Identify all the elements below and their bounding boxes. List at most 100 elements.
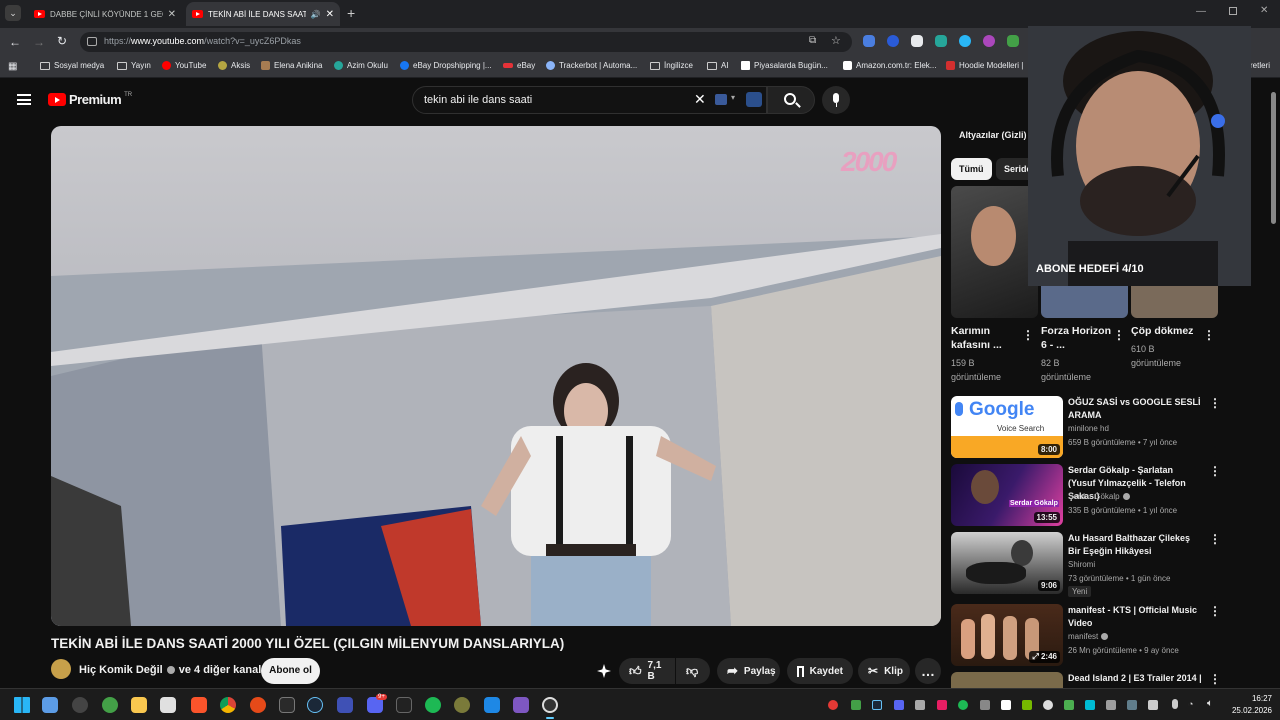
audio-extension-icon[interactable] (887, 35, 899, 47)
apps-grid-icon[interactable]: ▦ (8, 61, 17, 72)
new-tab-button[interactable]: + (347, 5, 355, 21)
bookmark-amazon[interactable]: Amazon.com.tr: Elek... (843, 61, 936, 70)
microphone-icon[interactable] (1172, 699, 1178, 709)
chevron-down-icon[interactable]: ▾ (731, 93, 735, 102)
more-options-icon[interactable]: ⋮ (1113, 328, 1125, 342)
minimize-button[interactable]: — (1196, 6, 1206, 17)
more-options-icon[interactable]: ⋮ (1209, 672, 1221, 686)
tray-icon[interactable] (1043, 700, 1053, 710)
file-explorer-icon[interactable] (131, 697, 147, 713)
tab-dabbe[interactable]: DABBE ÇİNLİ KÖYÜNDE 1 GECE ✕ (28, 2, 182, 26)
more-options-icon[interactable]: ⋮ (1203, 328, 1215, 342)
wifi-icon[interactable]: ◔ (1188, 699, 1193, 709)
tray-icon[interactable] (1085, 700, 1095, 710)
tray-icon[interactable] (958, 700, 968, 710)
epic-games-icon[interactable] (279, 697, 295, 713)
more-options-icon[interactable]: ⋮ (1209, 464, 1221, 478)
share-button[interactable]: ➦ Paylaş (717, 658, 780, 684)
screen-extension-icon[interactable] (911, 35, 923, 47)
tray-icon[interactable] (980, 700, 990, 710)
short-title[interactable]: Forza Horizon 6 - ... (1041, 324, 1111, 352)
tray-icon[interactable] (1064, 700, 1074, 710)
more-options-icon[interactable]: ⋮ (1022, 328, 1034, 342)
short-thumb[interactable] (951, 186, 1038, 318)
install-app-icon[interactable]: ⧉ (809, 35, 816, 46)
volume-icon[interactable]: 🔈︎ (1207, 698, 1213, 709)
terminal-icon[interactable] (396, 697, 412, 713)
save-button[interactable]: Kaydet (787, 658, 853, 684)
purple-extension-icon[interactable] (983, 35, 995, 47)
search-extension-icon[interactable] (746, 92, 762, 107)
omnibox[interactable]: https://www.youtube.com/watch?v=_uycZ6PD… (80, 32, 852, 52)
clock[interactable]: 16:27 25.02.2026 (1226, 693, 1272, 717)
app-icon[interactable] (337, 697, 353, 713)
list-item[interactable]: 9:06 Au Hasard Balthazar Çilekeş Bir Eşe… (951, 532, 1221, 598)
bookmark-trackerbot[interactable]: Trackerbot | Automa... (546, 61, 637, 70)
more-actions-button[interactable]: … (915, 658, 941, 684)
subscribe-button[interactable]: Abone ol (261, 658, 320, 684)
tf-extension-icon[interactable] (935, 35, 947, 47)
speaker-icon[interactable]: 🔊 (311, 10, 321, 19)
site-info-icon[interactable] (87, 37, 97, 46)
menu-icon[interactable] (17, 94, 31, 105)
bookmark-star-icon[interactable]: ☆ (831, 34, 841, 47)
youtube-logo[interactable]: Premium TR (48, 92, 132, 107)
close-icon[interactable]: ✕ (168, 9, 176, 20)
reload-icon[interactable]: ↻ (57, 34, 67, 48)
bookmark-elena[interactable]: Elena Anikina (261, 61, 322, 70)
tray-icon[interactable] (1001, 700, 1011, 710)
dislike-button[interactable]: 👎︎ (676, 658, 710, 684)
steam-icon[interactable] (307, 697, 323, 713)
chrome-icon[interactable] (220, 697, 236, 713)
app-icon[interactable] (513, 697, 529, 713)
store-icon[interactable] (160, 697, 176, 713)
close-icon[interactable]: ✕ (326, 9, 334, 20)
tray-icon[interactable] (851, 700, 861, 710)
bookmark-ingilizce[interactable]: İngilizce (650, 61, 693, 70)
green-extension-icon[interactable] (1007, 35, 1019, 47)
app-icon[interactable] (454, 697, 470, 713)
app-icon[interactable] (484, 697, 500, 713)
search-box[interactable]: tekin abi ile dans saati ✕ ▾ (412, 86, 767, 114)
bookmark-piyasalarda[interactable]: Piyasalarda Bugün... (741, 61, 828, 70)
maximize-button[interactable] (1229, 7, 1237, 15)
app-icon[interactable] (250, 697, 266, 713)
short-thumb[interactable] (1131, 286, 1218, 318)
list-item[interactable]: Serdar Gökalp 13:55 Serdar Gökalp - Şarl… (951, 464, 1221, 526)
bookmark-yayin[interactable]: Yayın (117, 61, 151, 70)
short-title[interactable]: Karımın kafasını ... (951, 324, 1016, 352)
clear-search-icon[interactable]: ✕ (694, 91, 706, 108)
ask-ai-icon[interactable] (597, 664, 611, 678)
video-player[interactable]: 2000 (51, 126, 941, 626)
task-view-icon[interactable] (42, 697, 58, 713)
more-options-icon[interactable]: ⋮ (1209, 532, 1221, 546)
tab-search-button[interactable]: ⌄ (5, 5, 21, 21)
chip-all[interactable]: Tümü (951, 158, 992, 180)
spotify-icon[interactable] (425, 697, 441, 713)
tray-icon[interactable] (872, 700, 882, 710)
app-icon[interactable] (72, 697, 88, 713)
clip-button[interactable]: ✂ Klip (858, 658, 910, 684)
channel-avatar[interactable] (51, 659, 71, 679)
forward-arrow-icon[interactable]: → (33, 35, 45, 49)
tray-icon[interactable] (828, 700, 838, 710)
bookmark-retleri[interactable]: retleri (1250, 61, 1270, 70)
list-item[interactable]: Dead Island 2 | E3 Trailer 2014 | ⋮ (951, 672, 1221, 688)
short-thumb[interactable] (1041, 286, 1128, 318)
brave-icon[interactable] (191, 697, 207, 713)
keyboard-icon[interactable] (715, 94, 727, 105)
more-options-icon[interactable]: ⋮ (1209, 396, 1221, 410)
tab-tekin[interactable]: TEKİN ABİ İLE DANS SAATİ 2 🔊 ✕ (186, 2, 340, 26)
subtitles-toggle[interactable]: Altyazılar (Gizli) (959, 130, 1027, 140)
bookmark-ebay-dropshipping[interactable]: eBay Dropshipping |... (400, 61, 492, 70)
bookmark-hoodie[interactable]: Hoodie Modelleri | (946, 61, 1023, 70)
xbox-icon[interactable] (102, 697, 118, 713)
page-scrollbar[interactable] (1271, 92, 1276, 224)
bookmark-ebay[interactable]: eBay (503, 61, 535, 70)
tray-icon[interactable] (894, 700, 904, 710)
bookmark-azim[interactable]: Azim Okulu (334, 61, 388, 70)
translate-extension-icon[interactable] (863, 35, 875, 47)
bookmark-youtube[interactable]: YouTube (162, 61, 206, 70)
tray-icon[interactable] (937, 700, 947, 710)
window-close-button[interactable]: ✕ (1260, 5, 1268, 16)
